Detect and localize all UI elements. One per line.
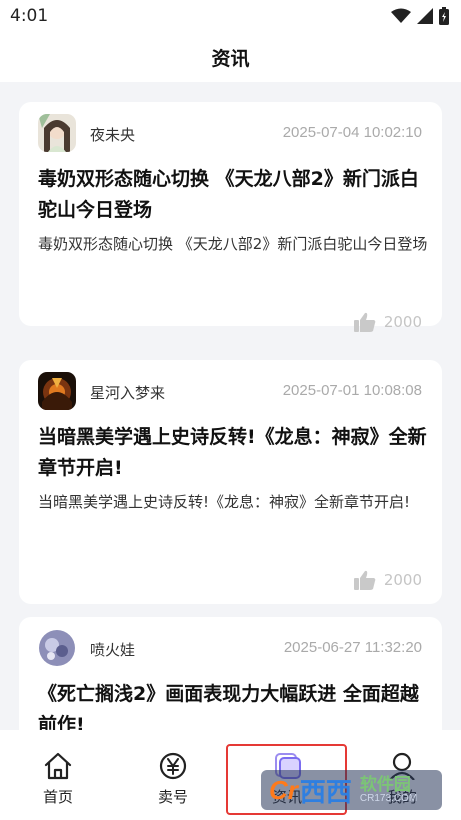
post-time: 2025-07-04 10:02:10: [282, 124, 422, 141]
yen-icon: [159, 752, 187, 780]
tab-sell[interactable]: 卖号: [143, 752, 203, 807]
watermark-brand: 西西: [299, 777, 352, 808]
status-bar: 4:01: [0, 0, 461, 32]
author-name: 夜未央: [90, 126, 136, 144]
article-title[interactable]: 毒奶双形态随心切换 《天龙八部2》新门派白驼山今日登场: [38, 164, 428, 226]
post-time: 2025-06-27 11:32:20: [283, 639, 422, 656]
page-header: 资讯: [0, 32, 461, 82]
tab-label: 首页: [42, 788, 73, 806]
like-count: 2000: [383, 571, 422, 589]
watermark-text: 软件园 CR173.COM: [359, 774, 418, 804]
like-button[interactable]: 2000: [353, 312, 422, 332]
wifi-icon: [391, 8, 411, 23]
status-icons: [391, 7, 449, 25]
signal-icon: [417, 8, 433, 24]
article-summary: 毒奶双形态随心切换 《天龙八部2》新门派白驼山今日登场: [38, 235, 428, 253]
article-title[interactable]: 《死亡搁浅2》画面表现力大幅跃进 全面超越前作!: [38, 679, 428, 730]
news-feed[interactable]: 夜未央 2025-07-04 10:02:10 毒奶双形态随心切换 《天龙八部2…: [0, 82, 461, 730]
thumbs-up-icon: [353, 570, 376, 590]
news-card[interactable]: 喷火娃 2025-06-27 11:32:20 《死亡搁浅2》画面表现力大幅跃进…: [19, 617, 442, 730]
status-time: 4:01: [10, 6, 49, 26]
like-count: 2000: [383, 313, 422, 331]
home-icon: [44, 752, 72, 780]
battery-icon: [439, 7, 449, 25]
author-avatar: [38, 629, 76, 667]
tab-home[interactable]: 首页: [28, 752, 88, 807]
thumbs-up-icon: [353, 312, 376, 332]
author-name: 喷火娃: [90, 641, 136, 659]
watermark-logo: Cr 西西 软件园 CR173.COM: [261, 770, 442, 810]
watermark-en: CR173.COM: [359, 792, 418, 804]
author-avatar: [38, 114, 76, 152]
page-title: 资讯: [211, 47, 250, 70]
author-name: 星河入梦来: [90, 384, 166, 402]
tab-label: 卖号: [157, 788, 188, 806]
like-button[interactable]: 2000: [353, 570, 422, 590]
watermark-cn: 软件园: [359, 774, 411, 795]
news-card[interactable]: 夜未央 2025-07-04 10:02:10 毒奶双形态随心切换 《天龙八部2…: [19, 102, 442, 332]
post-time: 2025-07-01 10:08:08: [282, 382, 422, 399]
article-title[interactable]: 当暗黑美学遇上史诗反转!《龙息：神寂》全新章节开启!: [38, 422, 428, 484]
news-card[interactable]: 星河入梦来 2025-07-01 10:08:08 当暗黑美学遇上史诗反转!《龙…: [19, 360, 442, 604]
author-avatar: [38, 372, 76, 410]
article-summary: 当暗黑美学遇上史诗反转!《龙息：神寂》全新章节开启!: [38, 493, 411, 511]
watermark-cr: Cr: [269, 774, 298, 805]
